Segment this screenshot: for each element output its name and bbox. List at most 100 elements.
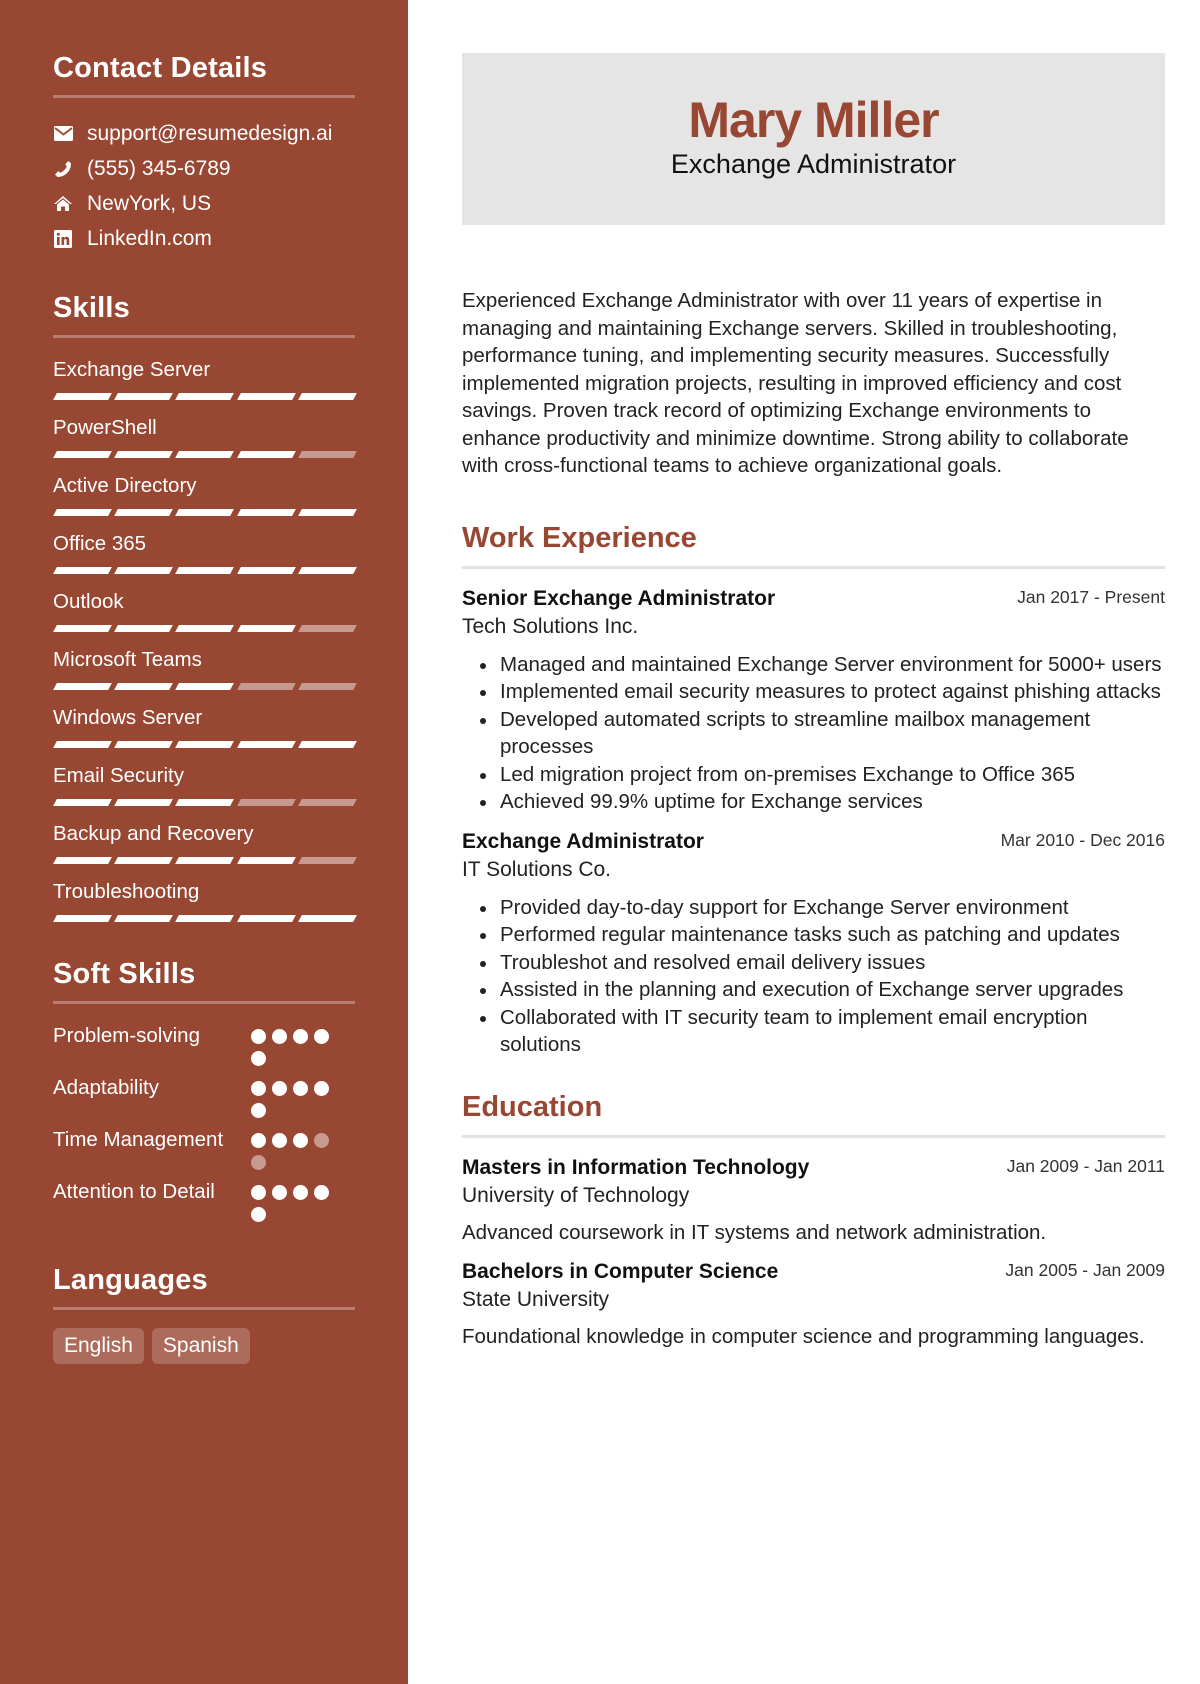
contact-email[interactable]: support@resumedesign.ai <box>53 116 356 151</box>
skill-item: Backup and Recovery <box>53 820 357 864</box>
skill-segment-empty <box>297 683 357 690</box>
rating-dot-filled <box>251 1081 266 1096</box>
phone-icon <box>53 159 73 179</box>
skill-name: Windows Server <box>53 706 203 729</box>
skill-segment-filled <box>53 451 113 458</box>
skill-level-bar <box>53 741 357 748</box>
contact-phone[interactable]: (555) 345-6789 <box>53 151 356 186</box>
skill-level-bar <box>53 799 357 806</box>
job-bullets: Managed and maintained Exchange Server e… <box>462 651 1165 816</box>
soft-skill-item: Attention to Detail <box>53 1178 356 1222</box>
skill-segment-filled <box>175 393 235 400</box>
company-name: Tech Solutions Inc. <box>462 614 639 638</box>
main-content: Mary Miller Exchange Administrator Exper… <box>462 53 1165 1363</box>
contact-linkedin[interactable]: LinkedIn.com <box>53 221 356 256</box>
rating-dot-empty <box>314 1133 329 1148</box>
education-dates: Jan 2009 - Jan 2011 <box>1006 1155 1165 1176</box>
contact-title: Contact Details <box>53 52 268 84</box>
skill-segment-filled <box>53 509 113 516</box>
skill-name: Troubleshooting <box>53 880 200 903</box>
work-list: Senior Exchange Administrator Jan 2017 - … <box>462 585 1165 1059</box>
language-tag: English <box>53 1328 144 1364</box>
skill-segment-filled <box>114 625 174 632</box>
skill-level-bar <box>53 451 357 458</box>
skill-segment-filled <box>114 741 174 748</box>
skill-segment-filled <box>53 393 113 400</box>
skill-item: Windows Server <box>53 704 357 748</box>
entry-header: Exchange Administrator Mar 2010 - Dec 201… <box>462 828 1165 856</box>
school-name: University of Technology <box>462 1183 690 1207</box>
skill-segment-filled <box>236 451 296 458</box>
bullet-item: Achieved 99.9% uptime for Exchange servi… <box>480 788 1165 816</box>
job-dates: Jan 2017 - Present <box>1017 586 1165 607</box>
entry-header: Senior Exchange Administrator Jan 2017 - … <box>462 585 1165 613</box>
rating-dot-filled <box>314 1081 329 1096</box>
soft-skills-section: Soft Skills Problem-solving Adaptability T… <box>53 956 356 1222</box>
rating-dot-filled <box>272 1081 287 1096</box>
bullet-item: Performed regular maintenance tasks such… <box>480 921 1165 949</box>
skill-name: Outlook <box>53 590 124 613</box>
soft-skill-rating <box>251 1126 341 1170</box>
contact-email-text: support@resumedesign.ai <box>87 121 333 145</box>
job-dates: Mar 2010 - Dec 2016 <box>1000 829 1165 850</box>
skill-segment-filled <box>236 915 296 922</box>
entry-header: Masters in Information Technology Jan 200… <box>462 1154 1165 1182</box>
skill-segment-empty <box>297 799 357 806</box>
bullet-item: Developed automated scripts to streamlin… <box>480 706 1165 761</box>
skill-segment-filled <box>53 567 113 574</box>
skill-segment-filled <box>114 799 174 806</box>
education-entry: Bachelors in Computer Science Jan 2005 - … <box>462 1258 1165 1351</box>
skill-segment-filled <box>53 741 113 748</box>
bullet-item: Provided day-to-day support for Exchange… <box>480 894 1165 922</box>
skill-segment-filled <box>297 741 357 748</box>
skill-segment-filled <box>175 625 235 632</box>
skill-segment-filled <box>175 567 235 574</box>
skill-segment-filled <box>175 799 235 806</box>
languages-title: Languages <box>53 1264 208 1296</box>
rating-dot-filled <box>272 1185 287 1200</box>
divider <box>462 1134 1165 1138</box>
rating-dot-filled <box>251 1051 266 1066</box>
education-section: Education Masters in Information Technol… <box>462 1089 1165 1351</box>
language-list: English Spanish <box>53 1328 356 1364</box>
soft-skill-item: Time Management <box>53 1126 356 1170</box>
language-tag: Spanish <box>151 1328 250 1364</box>
rating-dot-filled <box>293 1029 308 1044</box>
job-title: Exchange Administrator <box>462 829 704 853</box>
skill-segment-filled <box>175 451 235 458</box>
education-title: Education <box>462 1090 603 1123</box>
skill-level-bar <box>53 625 357 632</box>
degree-title: Masters in Information Technology <box>462 1155 810 1179</box>
skill-segment-filled <box>53 915 113 922</box>
skill-segment-filled <box>114 567 174 574</box>
skill-segment-filled <box>53 857 113 864</box>
linkedin-icon <box>53 229 73 249</box>
rating-dot-filled <box>251 1207 266 1222</box>
candidate-name: Mary Miller <box>688 92 939 148</box>
education-description: Advanced coursework in IT systems and ne… <box>462 1220 1047 1244</box>
work-entry: Senior Exchange Administrator Jan 2017 - … <box>462 585 1165 816</box>
skill-name: Email Security <box>53 764 185 787</box>
languages-section: Languages English Spanish <box>53 1262 356 1364</box>
summary-text: Experienced Exchange Administrator with … <box>462 289 1129 477</box>
rating-dot-filled <box>251 1185 266 1200</box>
rating-dot-filled <box>251 1133 266 1148</box>
envelope-icon <box>53 124 73 144</box>
skill-segment-filled <box>297 393 357 400</box>
skill-level-bar <box>53 683 357 690</box>
bullet-item: Collaborated with IT security team to im… <box>480 1004 1165 1059</box>
work-experience-section: Work Experience Senior Exchange Administ… <box>462 520 1165 1059</box>
skill-segment-filled <box>114 915 174 922</box>
skill-segment-filled <box>175 741 235 748</box>
skill-segment-filled <box>53 625 113 632</box>
soft-skill-item: Adaptability <box>53 1074 356 1118</box>
skill-name: Active Directory <box>53 474 197 497</box>
skill-level-bar <box>53 393 357 400</box>
skill-segment-filled <box>297 509 357 516</box>
skill-segment-empty <box>297 857 357 864</box>
skill-segment-filled <box>236 625 296 632</box>
contact-location-text: NewYork, US <box>87 191 212 215</box>
skill-item: Exchange Server <box>53 356 357 400</box>
skill-segment-empty <box>297 451 357 458</box>
skill-segment-filled <box>236 393 296 400</box>
